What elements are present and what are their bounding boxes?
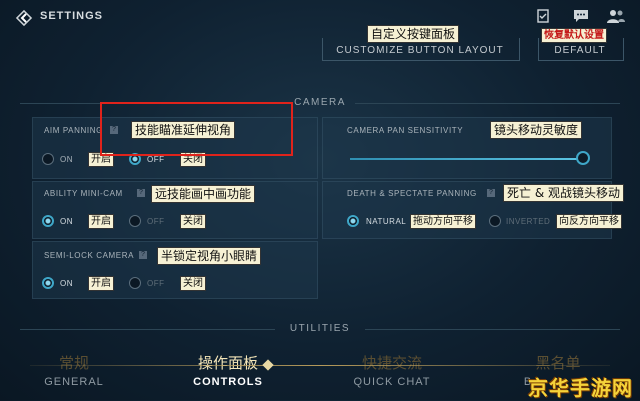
death-spectate-zh-label: 死亡 & 观战镜头移动 bbox=[503, 184, 624, 202]
default-zh-label: 恢复默认设置 bbox=[541, 28, 607, 43]
ability-minicam-off-label: OFF bbox=[147, 217, 165, 226]
default-button[interactable]: DEFAULT bbox=[538, 45, 622, 56]
info-icon[interactable]: ? bbox=[139, 251, 147, 259]
death-spectate-label: DEATH & SPECTATE PANNING bbox=[347, 189, 477, 198]
ability-minicam-on-zh: 开启 bbox=[88, 214, 114, 229]
back-icon[interactable] bbox=[14, 8, 34, 28]
tab-quick-chat[interactable]: QUICK CHAT bbox=[352, 376, 432, 388]
ability-minicam-on-label: ON bbox=[60, 217, 73, 226]
nav-controls-zh: 操作面板 bbox=[197, 354, 258, 372]
customize-zh-label: 自定义按键面板 bbox=[367, 25, 460, 43]
watermark: 京华手游网 bbox=[528, 376, 633, 400]
death-spectate-inverted-zh: 向反方向平移 bbox=[556, 214, 622, 229]
ability-minicam-off-radio[interactable] bbox=[129, 215, 141, 227]
semi-lock-label: SEMI-LOCK CAMERA bbox=[44, 251, 135, 260]
highlight-box bbox=[100, 102, 293, 156]
camera-pan-sensitivity-zh-label: 镜头移动灵敏度 bbox=[490, 121, 583, 139]
info-icon[interactable]: ? bbox=[487, 189, 495, 197]
ability-minicam-off-zh: 关闭 bbox=[180, 214, 206, 229]
chat-icon[interactable] bbox=[572, 8, 590, 24]
ability-minicam-on-radio[interactable] bbox=[42, 215, 54, 227]
aim-panning-on-label: ON bbox=[60, 155, 73, 164]
aim-panning-label: AIM PANNING bbox=[44, 126, 103, 135]
semi-lock-off-label: OFF bbox=[147, 279, 165, 288]
ability-minicam-label: ABILITY MINI-CAM bbox=[44, 189, 123, 198]
semi-lock-on-radio[interactable] bbox=[42, 277, 54, 289]
info-icon[interactable]: ? bbox=[137, 189, 145, 197]
semi-lock-zh-label: 半锁定视角小眼睛 bbox=[157, 247, 262, 265]
aim-panning-on-radio[interactable] bbox=[42, 153, 54, 165]
semi-lock-on-label: ON bbox=[60, 279, 73, 288]
death-spectate-natural-radio[interactable] bbox=[347, 215, 359, 227]
tab-controls[interactable]: CONTROLS bbox=[188, 376, 268, 388]
tab-general[interactable]: GENERAL bbox=[34, 376, 114, 388]
semi-lock-off-zh: 关闭 bbox=[180, 276, 206, 291]
camera-pan-sensitivity-label: CAMERA PAN SENSITIVITY bbox=[347, 126, 464, 135]
death-spectate-natural-label: NATURAL bbox=[366, 217, 407, 226]
death-spectate-natural-zh: 拖动方向平移 bbox=[410, 214, 476, 229]
nav-quick-chat-zh: 快捷交流 bbox=[361, 354, 422, 372]
camera-section-title: CAMERA bbox=[294, 97, 346, 108]
customize-button-layout-button[interactable]: CUSTOMIZE BUTTON LAYOUT bbox=[322, 45, 518, 56]
utilities-section-title: UTILITIES bbox=[289, 323, 351, 334]
aim-panning-off-label: OFF bbox=[147, 155, 165, 164]
death-spectate-inverted-label: INVERTED bbox=[506, 217, 551, 226]
clipboard-icon[interactable] bbox=[535, 8, 553, 24]
semi-lock-on-zh: 开启 bbox=[88, 276, 114, 291]
death-spectate-inverted-radio[interactable] bbox=[489, 215, 501, 227]
page-title: SETTINGS bbox=[40, 10, 104, 22]
friends-icon[interactable] bbox=[606, 8, 625, 24]
nav-divider bbox=[30, 365, 610, 366]
sensitivity-slider-track[interactable] bbox=[350, 158, 588, 160]
semi-lock-off-radio[interactable] bbox=[129, 277, 141, 289]
nav-blocked-zh: 黑名单 bbox=[535, 354, 581, 372]
nav-general-zh: 常规 bbox=[58, 354, 89, 372]
ability-minicam-zh-label: 远技能画中画功能 bbox=[151, 185, 256, 203]
